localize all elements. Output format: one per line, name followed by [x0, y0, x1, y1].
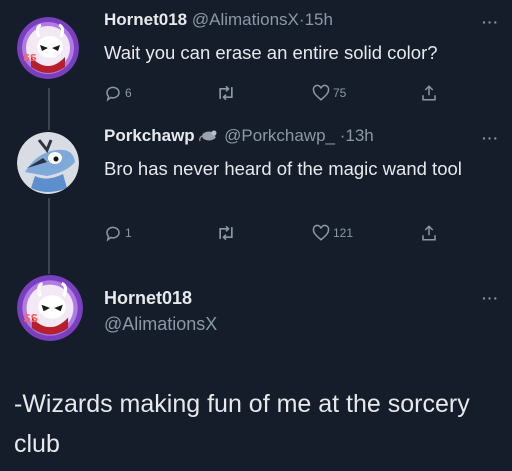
retweet-button[interactable] [216, 84, 239, 102]
reply-count: 6 [125, 86, 132, 100]
reply-button[interactable]: 1 [104, 224, 132, 242]
tweet-header: Porkchawp @Porkchawp_ ·13h [104, 126, 374, 146]
main-tweet-text: -Wizards making fun of me at the sorcery… [14, 390, 470, 458]
like-button[interactable]: 75 [312, 84, 346, 102]
reply-button[interactable]: 6 [104, 84, 132, 102]
author-name[interactable]: Porkchawp [104, 126, 195, 145]
retweet-button[interactable] [216, 224, 239, 242]
share-icon [422, 225, 436, 241]
share-icon [422, 85, 436, 101]
more-options-icon[interactable]: ··· [482, 130, 499, 146]
author-handle[interactable]: @AlimationsX [104, 314, 217, 335]
more-options-icon[interactable]: ··· [482, 14, 499, 30]
reply-count: 1 [125, 226, 132, 240]
tweet-actions: 1 121 [104, 224, 444, 244]
retweet-icon [219, 85, 233, 101]
author-handle[interactable]: @Porkchawp_ [224, 126, 335, 145]
retweet-icon [219, 225, 233, 241]
author-handle[interactable]: @AlimationsX [192, 10, 299, 29]
svg-text:SS: SS [23, 312, 38, 325]
timestamp[interactable]: 13h [345, 126, 373, 145]
tweet-actions: 6 75 [104, 84, 444, 104]
like-count: 75 [333, 86, 347, 100]
share-button[interactable] [420, 84, 438, 102]
timestamp[interactable]: 15h [305, 10, 333, 29]
tweet-text: Wait you can erase an entire solid color… [104, 42, 438, 63]
more-options-icon[interactable]: ··· [482, 290, 499, 306]
rat-emoji-icon [199, 130, 218, 142]
author-name[interactable]: Hornet018 [104, 288, 192, 309]
svg-text:SS: SS [23, 53, 37, 64]
reply-icon [106, 86, 120, 102]
author-name[interactable]: Hornet018 [104, 10, 187, 29]
mordecai-avatar-icon[interactable] [17, 132, 79, 194]
hornet-avatar-icon[interactable]: SS [17, 17, 79, 79]
thread-line [48, 198, 50, 274]
thread-line [48, 88, 50, 130]
like-button[interactable]: 121 [312, 224, 353, 242]
tweet-text: Bro has never heard of the magic wand to… [104, 158, 462, 179]
like-count: 121 [333, 226, 354, 240]
heart-icon [312, 84, 330, 101]
heart-icon [312, 224, 330, 241]
reply-icon [106, 226, 120, 242]
hornet-avatar-icon[interactable]: SS [17, 275, 83, 341]
tweet-header: Hornet018 @AlimationsX·15h [104, 10, 333, 30]
share-button[interactable] [420, 224, 438, 242]
